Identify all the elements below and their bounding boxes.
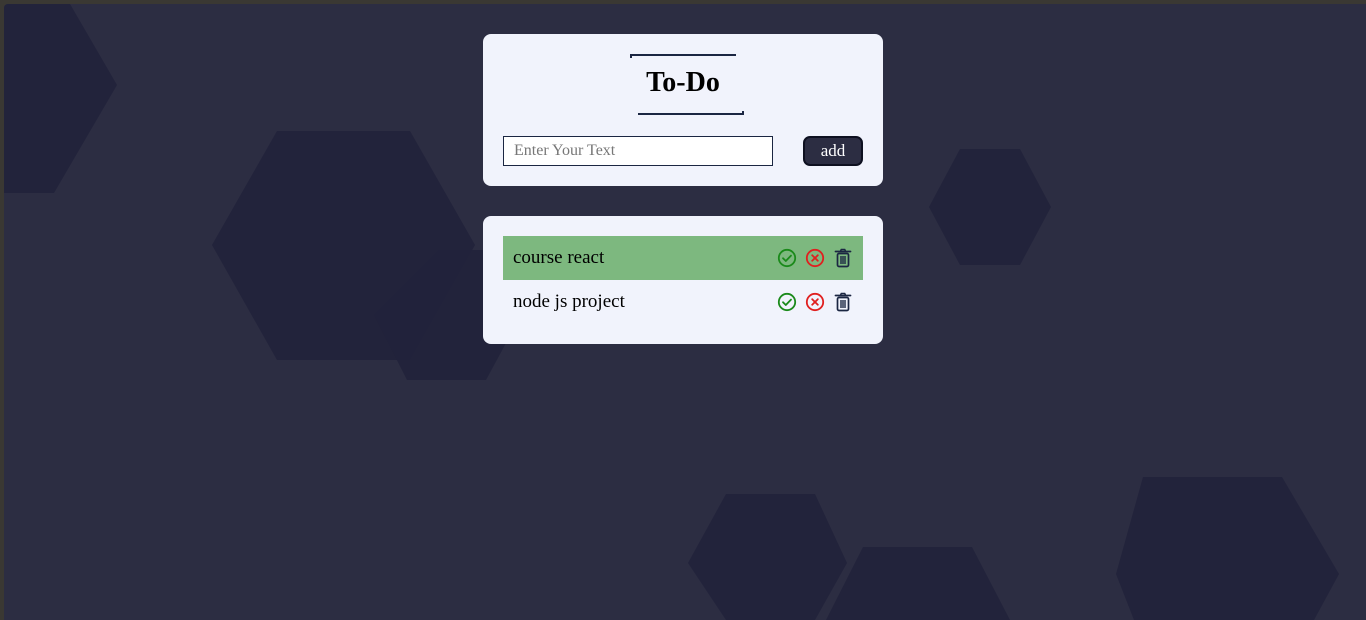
task-item: course react <box>503 236 863 280</box>
app-title: To-Do <box>630 54 744 115</box>
task-list-card: course react node js project <box>483 216 883 344</box>
todo-header-card: To-Do add <box>483 34 883 186</box>
app-background: To-Do add course react <box>4 4 1366 620</box>
task-actions <box>777 248 853 268</box>
task-input[interactable] <box>503 136 773 166</box>
x-circle-icon[interactable] <box>805 248 825 268</box>
trash-icon[interactable] <box>833 292 853 312</box>
x-circle-icon[interactable] <box>805 292 825 312</box>
task-item: node js project <box>503 280 863 324</box>
check-circle-icon[interactable] <box>777 292 797 312</box>
trash-icon[interactable] <box>833 248 853 268</box>
add-task-button[interactable]: add <box>803 136 863 166</box>
check-circle-icon[interactable] <box>777 248 797 268</box>
task-text: course react <box>513 247 605 268</box>
task-list: course react node js project <box>503 236 863 324</box>
task-actions <box>777 292 853 312</box>
task-text: node js project <box>513 291 625 312</box>
